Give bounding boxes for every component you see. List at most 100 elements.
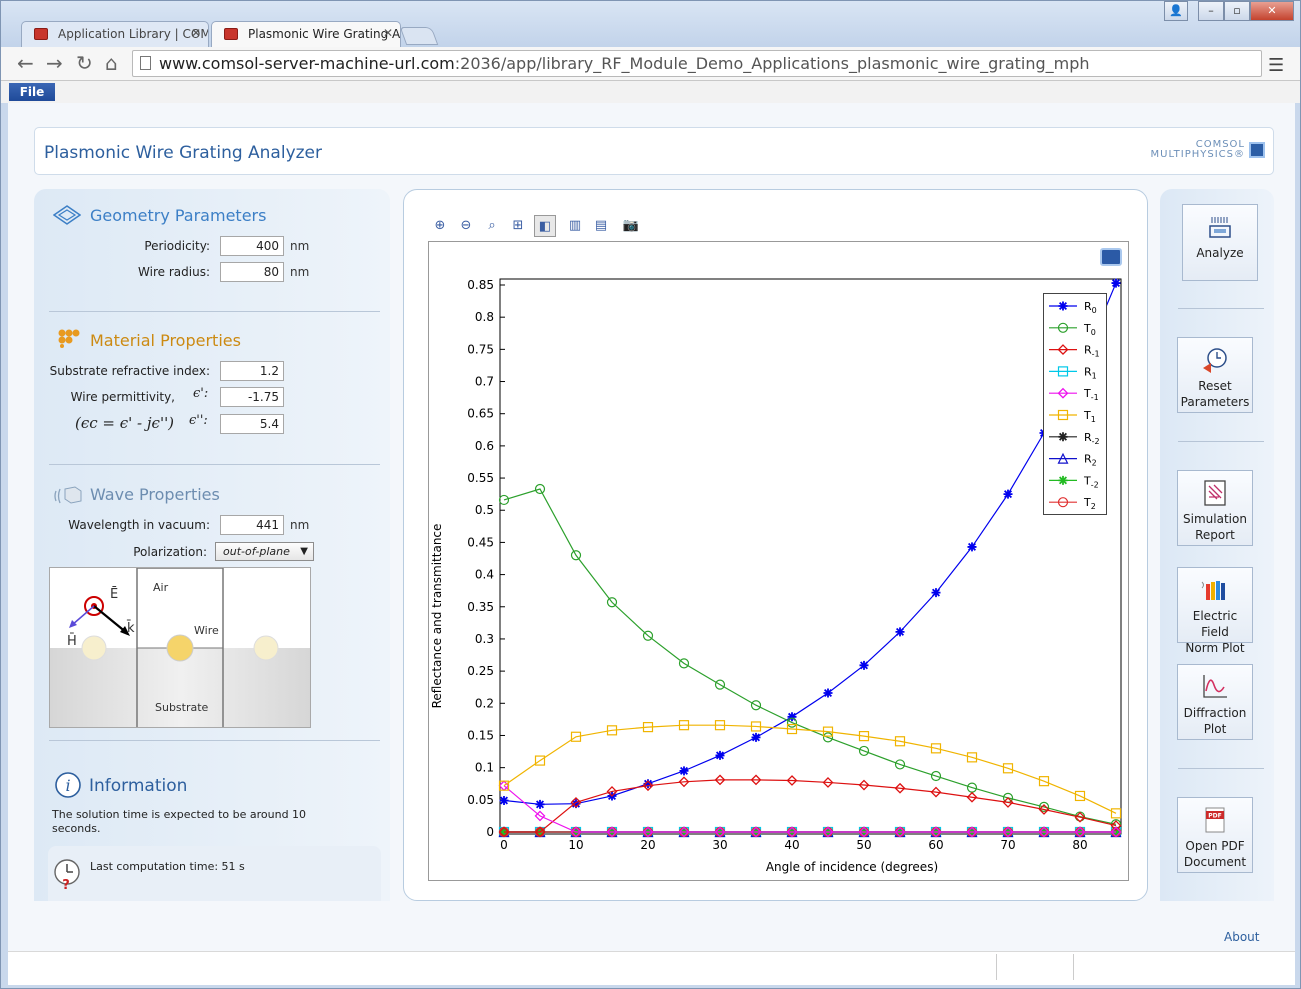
pdf-label-2: Document bbox=[1183, 855, 1247, 869]
last-computation-time: Last computation time: 51 s bbox=[90, 860, 245, 873]
comsol-logo: COMSOL MULTIPHYSICS® bbox=[1151, 140, 1245, 160]
user-icon[interactable]: 👤 bbox=[1164, 1, 1188, 21]
forward-icon[interactable]: → bbox=[46, 53, 63, 73]
diffraction-label-1: Diffraction bbox=[1183, 706, 1247, 720]
legend-item: R0 bbox=[1049, 300, 1097, 315]
maximize-button[interactable]: ▫ bbox=[1224, 1, 1250, 21]
close-window-button[interactable]: ✕ bbox=[1250, 1, 1294, 21]
efield-label-2: Norm Plot bbox=[1185, 641, 1245, 655]
data-point bbox=[1111, 278, 1121, 288]
wire-radius-input[interactable]: 80 bbox=[220, 262, 284, 282]
minimize-button[interactable]: – bbox=[1198, 1, 1224, 21]
wave-icon bbox=[54, 486, 82, 504]
data-point bbox=[715, 750, 725, 760]
k-vector-label: k̄ bbox=[127, 621, 135, 636]
electric-field-plot-button[interactable]: Electric Field Norm Plot bbox=[1177, 567, 1253, 655]
y-tick-label: 0.8 bbox=[475, 310, 494, 324]
y-tick-label: 0.1 bbox=[475, 761, 494, 775]
divider bbox=[49, 311, 380, 312]
zoom-in-icon[interactable]: ⊕ bbox=[429, 215, 451, 237]
divider bbox=[1178, 768, 1264, 769]
polarization-value: out-of-plane bbox=[223, 545, 290, 558]
reflectance-chart: 0 10 20 30 40 50 60 70 80 0 0.05 0.1 0.15 0.2 0.25 0.3 0… bbox=[430, 248, 1122, 874]
new-tab-button[interactable] bbox=[399, 27, 439, 45]
reload-icon[interactable]: ↻ bbox=[76, 53, 93, 73]
wire-radius-label: Wire radius: bbox=[138, 265, 210, 279]
file-menu-button[interactable]: File bbox=[9, 83, 55, 101]
substrate-index-input[interactable]: 1.2 bbox=[220, 361, 284, 381]
y-tick-label: 0.75 bbox=[467, 342, 494, 356]
x-tick-label: 70 bbox=[1000, 838, 1015, 852]
y-tick-label: 0.55 bbox=[467, 471, 494, 485]
x-tick-label: 80 bbox=[1072, 838, 1087, 852]
polarization-label: Polarization: bbox=[133, 545, 207, 559]
analyze-icon bbox=[1209, 217, 1231, 238]
chevron-down-icon: ▼ bbox=[300, 546, 308, 557]
y-tick-label: 0.35 bbox=[467, 600, 494, 614]
page-icon bbox=[140, 56, 151, 70]
permittivity-formula: (ϵc = ϵ' - jϵ'') bbox=[75, 414, 175, 432]
legend-item: T1 bbox=[1049, 409, 1096, 424]
grid-y-icon[interactable]: ▤ bbox=[590, 215, 612, 237]
periodicity-input[interactable]: 400 bbox=[220, 236, 284, 256]
legend-label: R-2 bbox=[1084, 431, 1100, 446]
legend-label: R2 bbox=[1084, 453, 1097, 468]
e-field-label: Ē bbox=[110, 587, 119, 602]
electric-field-icon bbox=[1201, 581, 1225, 600]
camera-icon[interactable]: 📷 bbox=[620, 215, 642, 237]
data-point bbox=[895, 627, 905, 637]
y-tick-label: 0.45 bbox=[467, 535, 494, 549]
menu-icon[interactable]: ☰ bbox=[1268, 55, 1284, 76]
grid-x-icon[interactable]: ▥ bbox=[564, 215, 586, 237]
legend-marker bbox=[1058, 301, 1068, 311]
eps-real-input[interactable]: -1.75 bbox=[220, 387, 284, 407]
y-tick-label: 0.15 bbox=[467, 728, 494, 742]
tab-plasmonic[interactable]: Plasmonic Wire Grating A ✕ bbox=[211, 21, 401, 48]
show-legend-icon[interactable]: ◧ bbox=[534, 215, 556, 237]
wire-radius-unit: nm bbox=[290, 265, 310, 279]
eps-imag-input[interactable]: 5.4 bbox=[220, 414, 284, 434]
legend-item: R1 bbox=[1049, 365, 1097, 380]
comsol-graphics-icon bbox=[1100, 248, 1122, 266]
report-label-1: Simulation bbox=[1183, 512, 1247, 526]
y-tick-label: 0.6 bbox=[475, 439, 494, 453]
open-pdf-button[interactable]: PDF Open PDF Document bbox=[1177, 797, 1253, 873]
url-host: www.comsol-server-machine-url.com bbox=[159, 54, 455, 73]
y-tick-label: 0.25 bbox=[467, 664, 494, 678]
logo-line2: MULTIPHYSICS® bbox=[1150, 149, 1245, 160]
x-tick-label: 30 bbox=[712, 838, 727, 852]
polarization-select[interactable]: out-of-plane ▼ bbox=[215, 542, 314, 561]
legend-drawing: R0 T0 R-1 R1 T-1 T1 R-2 R2 T-2 T2 bbox=[1049, 300, 1100, 511]
data-point bbox=[967, 542, 977, 552]
diffraction-icon bbox=[1203, 675, 1227, 698]
analyze-button[interactable]: Analyze bbox=[1182, 204, 1258, 281]
y-tick-label: 0.3 bbox=[475, 632, 494, 646]
pdf-label-1: Open PDF bbox=[1185, 839, 1245, 853]
x-tick-label: 50 bbox=[856, 838, 871, 852]
comsol-favicon-icon bbox=[34, 28, 48, 40]
x-tick-label: 0 bbox=[500, 838, 508, 852]
diffraction-label-2: Plot bbox=[1203, 722, 1227, 736]
zoom-box-icon[interactable]: ⌕ bbox=[481, 215, 503, 237]
close-tab-icon[interactable]: ✕ bbox=[383, 26, 393, 40]
x-tick-label: 10 bbox=[568, 838, 583, 852]
address-bar[interactable]: www.comsol-server-machine-url.com:2036/a… bbox=[132, 50, 1262, 77]
app-header: Plasmonic Wire Grating Analyzer COMSOL M… bbox=[34, 127, 1274, 175]
close-tab-icon[interactable]: ✕ bbox=[191, 26, 201, 40]
about-link[interactable]: About bbox=[1224, 930, 1259, 944]
zoom-extents-icon[interactable]: ⊞ bbox=[507, 215, 529, 237]
x-tick-label: 40 bbox=[784, 838, 799, 852]
y-tick-label: 0 bbox=[486, 825, 494, 839]
periodicity-label: Periodicity: bbox=[144, 239, 210, 253]
home-icon[interactable]: ⌂ bbox=[105, 53, 118, 73]
efield-label-1: Electric Field bbox=[1192, 609, 1238, 639]
zoom-out-icon[interactable]: ⊖ bbox=[455, 215, 477, 237]
back-icon[interactable]: ← bbox=[17, 53, 34, 73]
simulation-report-button[interactable]: Simulation Report bbox=[1177, 470, 1253, 546]
y-tick-label: 0.7 bbox=[475, 375, 494, 389]
diffraction-plot-button[interactable]: Diffraction Plot bbox=[1177, 664, 1253, 740]
tab-application-library[interactable]: Application Library | COM ✕ bbox=[21, 21, 209, 47]
reset-parameters-button[interactable]: Reset Parameters bbox=[1177, 337, 1253, 413]
tab-label: Application Library | COM bbox=[58, 27, 209, 41]
wavelength-input[interactable]: 441 bbox=[220, 515, 284, 535]
